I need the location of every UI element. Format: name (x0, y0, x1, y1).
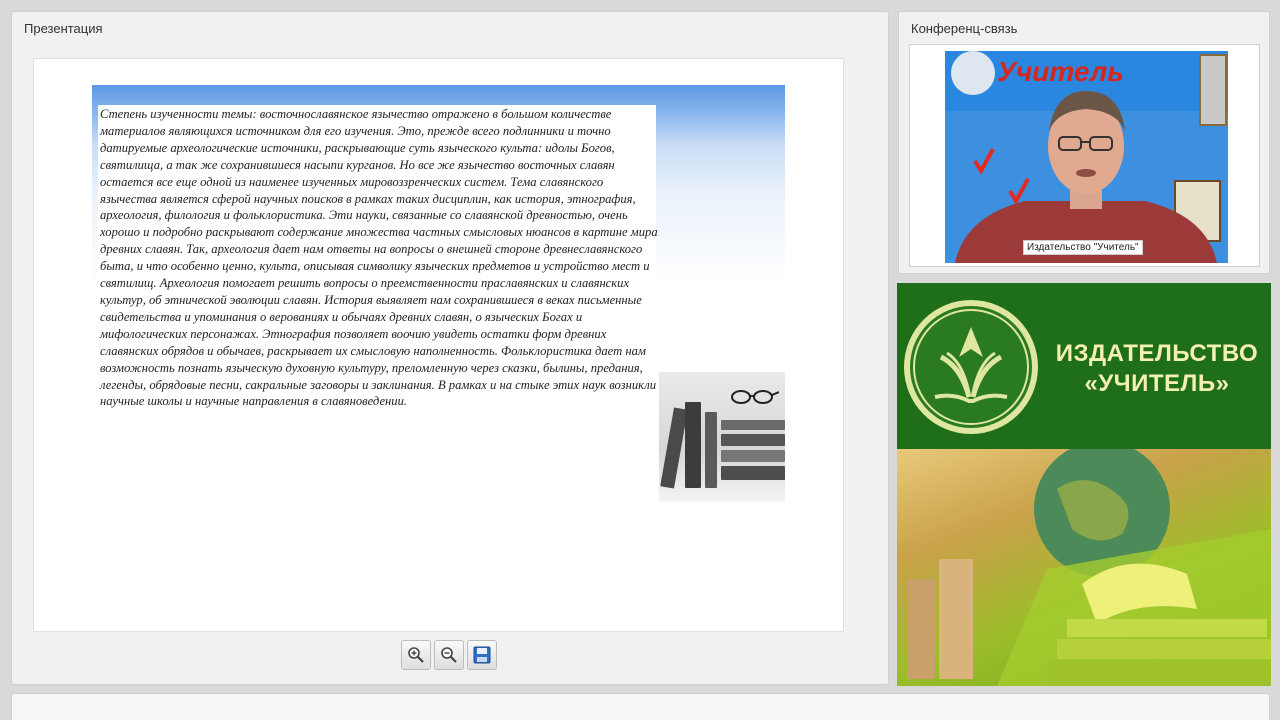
slide-text-box: Степень изученности темы: восточнославян… (98, 105, 658, 461)
slide-viewer[interactable]: Степень изученности темы: восточнославян… (33, 58, 844, 632)
slide-text: Степень изученности темы: восточнославян… (100, 107, 658, 409)
webcam-video[interactable]: Учитель Издательство "Учитель" (945, 51, 1228, 263)
publisher-logo-icon (904, 300, 1038, 434)
books-globe-illustration (907, 441, 1271, 686)
book-shape (721, 450, 785, 462)
slide-toolbar (401, 640, 497, 670)
books-image (659, 372, 785, 502)
book-shape (721, 420, 785, 430)
participant-name-label: Издательство "Учитель" (1023, 240, 1143, 255)
slide: Степень изученности темы: восточнославян… (92, 85, 785, 505)
book-shape (721, 466, 785, 480)
bottom-panel (11, 693, 1270, 720)
presentation-panel: Презентация Степень изученности темы: во… (11, 11, 889, 685)
conference-panel: Конференц-связь Учитель Издательство "Уч… (898, 11, 1270, 274)
banner-title: ИЗДАТЕЛЬСТВО «УЧИТЕЛЬ» (1047, 339, 1267, 399)
presentation-title: Презентация (24, 21, 103, 36)
book-shape (705, 412, 717, 488)
conference-title: Конференц-связь (911, 21, 1018, 36)
publisher-banner: ИЗДАТЕЛЬСТВО «УЧИТЕЛЬ» (897, 283, 1271, 686)
zoom-in-icon (408, 647, 424, 663)
video-frame: Учитель Издательство "Учитель" (909, 44, 1260, 267)
webcam-scene: Учитель (945, 51, 1228, 263)
book-shape (685, 402, 701, 488)
banner-photo (897, 441, 1271, 686)
zoom-out-icon (441, 647, 457, 663)
banner-title-line1: ИЗДАТЕЛЬСТВО (1055, 340, 1259, 367)
book-shape (721, 434, 785, 446)
zoom-in-button[interactable] (401, 640, 431, 670)
save-button[interactable] (467, 640, 497, 670)
book-shape (660, 407, 688, 489)
glasses-icon (731, 390, 779, 404)
zoom-out-button[interactable] (434, 640, 464, 670)
svg-text:Учитель: Учитель (997, 56, 1124, 87)
save-icon (473, 646, 491, 664)
banner-header: ИЗДАТЕЛЬСТВО «УЧИТЕЛЬ» (897, 283, 1271, 449)
banner-title-line2: «УЧИТЕЛЬ» (1084, 370, 1230, 397)
